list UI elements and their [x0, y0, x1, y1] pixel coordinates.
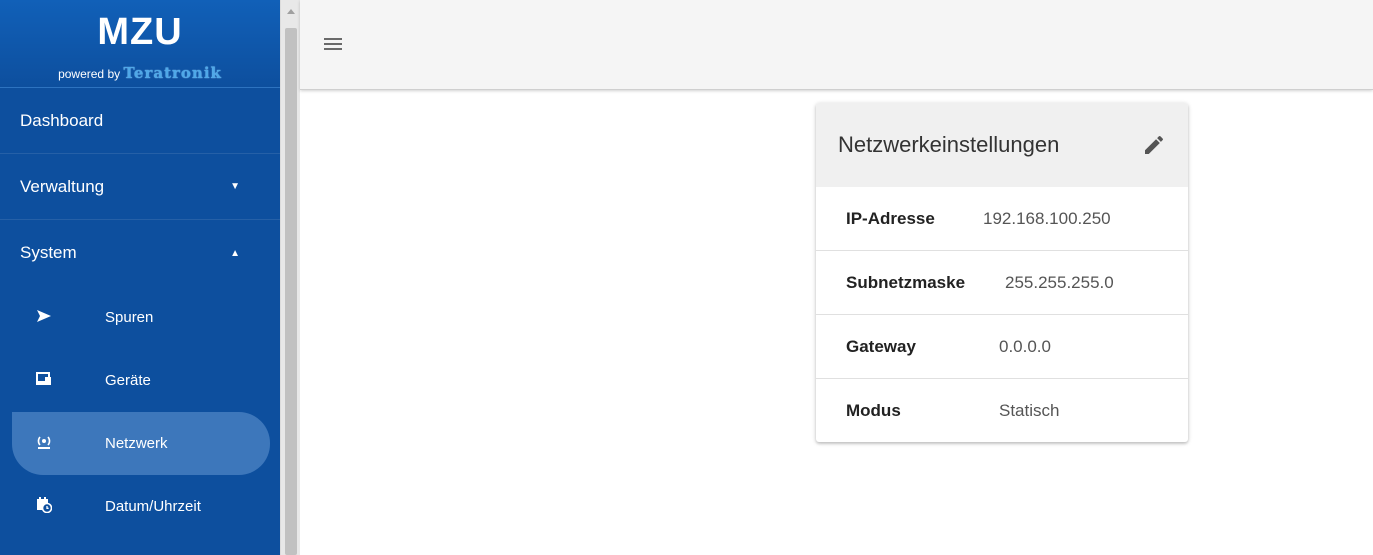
send-icon	[35, 309, 53, 326]
nav-item-label: Dashboard	[20, 110, 104, 130]
brand-logo: MZU powered by Teratronik	[0, 0, 280, 88]
sidebar-item-netzwerk[interactable]: Netzwerk	[12, 412, 270, 475]
nav-item-label: System	[20, 243, 77, 262]
sidebar-item-label: Netzwerk	[105, 435, 168, 452]
row-label: Subnetzmaske	[846, 272, 966, 292]
hamburger-menu-icon[interactable]	[324, 38, 342, 52]
caret-up-icon: ▲	[230, 247, 240, 259]
brand-title: MZU	[97, 11, 183, 53]
brand-subtitle: powered by Teratronik	[0, 64, 280, 82]
row-label: IP-Adresse	[846, 208, 935, 228]
row-value: 0.0.0.0	[999, 336, 1051, 356]
settings-row-mode: Modus Statisch	[816, 379, 1188, 442]
row-label: Modus	[846, 401, 901, 420]
network-icon	[35, 435, 53, 452]
sidebar-item-spuren[interactable]: Spuren	[0, 286, 280, 349]
network-settings-card: Netzwerkeinstellungen IP-Adresse 192.168…	[816, 103, 1188, 442]
row-label: Gateway	[846, 336, 916, 356]
sidebar-item-label: Spuren	[105, 309, 154, 326]
row-value: 192.168.100.250	[983, 208, 1111, 228]
sidebar: MZU powered by Teratronik Dashboard Verw…	[0, 0, 280, 555]
card-title: Netzwerkeinstellungen	[838, 132, 1060, 157]
top-app-bar	[300, 0, 1373, 90]
nav-item-label: Verwaltung	[20, 176, 105, 196]
nav-item-dashboard[interactable]: Dashboard	[0, 88, 280, 154]
row-value: 255.255.255.0	[1005, 272, 1114, 292]
settings-row-gateway: Gateway 0.0.0.0	[816, 315, 1188, 379]
sidebar-item-datum-uhrzeit[interactable]: Datum/Uhrzeit	[0, 475, 280, 538]
settings-row-subnet: Subnetzmaske 255.255.255.0	[816, 251, 1188, 315]
settings-row-ip: IP-Adresse 192.168.100.250	[816, 187, 1188, 251]
scroll-up-arrow-icon[interactable]	[287, 9, 295, 14]
sidebar-scrollbar[interactable]	[280, 0, 300, 555]
company-logo-text: Teratronik	[123, 64, 222, 82]
edit-pencil-icon[interactable]	[1142, 133, 1166, 157]
nav-item-verwaltung[interactable]: Verwaltung ▼	[0, 154, 280, 220]
sidebar-item-label: Datum/Uhrzeit	[105, 498, 201, 515]
scrollbar-thumb[interactable]	[285, 28, 297, 555]
sidebar-item-label: Geräte	[105, 372, 151, 389]
powered-by-text: powered by	[58, 67, 121, 81]
calendar-clock-icon	[35, 497, 53, 516]
nav-item-system[interactable]: System ▲	[0, 220, 280, 286]
devices-icon	[35, 372, 53, 389]
card-header: Netzwerkeinstellungen	[816, 103, 1188, 187]
row-value: Statisch	[999, 401, 1060, 420]
sidebar-item-geraete[interactable]: Geräte	[0, 349, 280, 412]
caret-down-icon: ▼	[230, 181, 240, 192]
